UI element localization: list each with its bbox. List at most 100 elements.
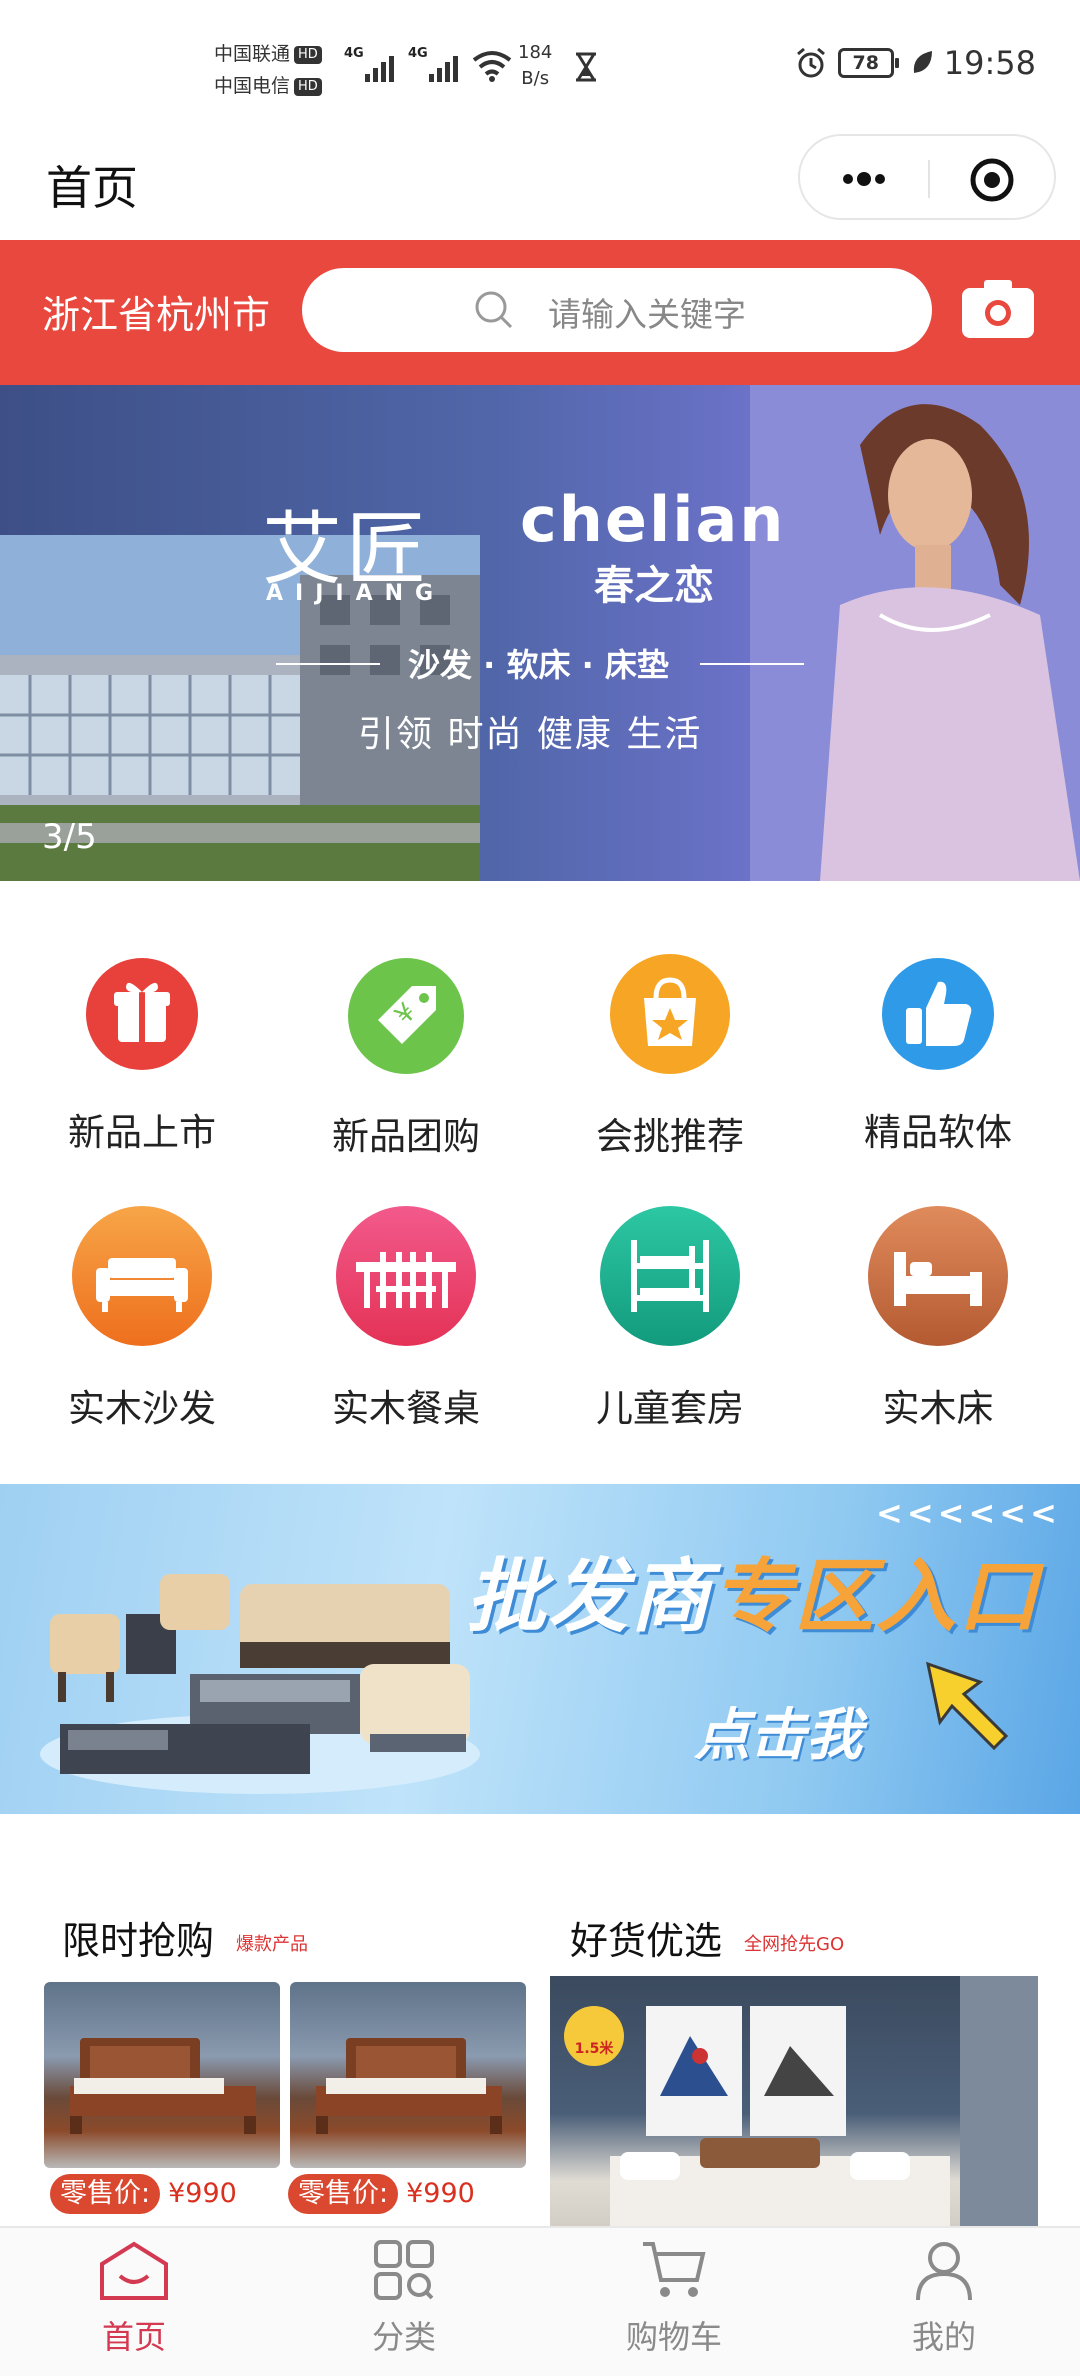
user-icon (916, 2242, 972, 2301)
search-input[interactable]: 请输入关键字 (302, 268, 932, 352)
bunk-bed-icon (600, 1206, 740, 1346)
bedroom-product-image (564, 1976, 1038, 2226)
search-header: 浙江省杭州市 请输入关键字 (0, 240, 1080, 385)
more-icon[interactable] (834, 156, 894, 202)
good-picks-subtitle: 全网抢先GO (744, 1934, 845, 1955)
decor-line (700, 663, 804, 665)
chelian-logo: chelian (520, 483, 786, 556)
page-title: 首页 (46, 161, 138, 215)
bed-product-image (70, 2038, 256, 2134)
price-tag: 零售价: ¥990 (288, 2174, 475, 2214)
price-label: 零售价: (288, 2174, 399, 2214)
bed-icon (868, 1206, 1008, 1346)
brand-logo-en: AIJIANG (266, 581, 446, 606)
tab-label: 购物车 (625, 2318, 722, 2356)
category-wood-dining[interactable]: 实木餐桌 (306, 1206, 506, 1432)
status-bar: 中国联通 HD 中国电信 HD 4G 4G 184 B/s 78 19:58 (0, 0, 1080, 130)
tab-label: 我的 (911, 2318, 976, 2356)
price-value: ¥990 (168, 2178, 237, 2209)
promo-carousel[interactable]: 艾匠 AIJIANG chelian 春之恋 沙发 · 软床 · 床垫 引领 时… (0, 385, 1080, 881)
net-speed: 184 B/s (518, 40, 552, 92)
wifi-icon (472, 51, 512, 82)
decor-line (276, 663, 380, 665)
chunzhilian-logo: 春之恋 (594, 563, 714, 609)
search-placeholder: 请输入关键字 (548, 295, 746, 334)
hourglass-icon (576, 52, 596, 82)
price-tag-icon: ¥ (348, 958, 464, 1074)
price-value: ¥990 (406, 2178, 475, 2209)
click-me-button[interactable]: 点击我 (694, 1690, 862, 1771)
hd-badge: HD (294, 77, 322, 96)
location-selector[interactable]: 浙江省杭州市 (42, 284, 270, 339)
category-wood-sofa[interactable]: 实木沙发 (42, 1206, 242, 1432)
search-icon (475, 291, 513, 329)
category-label: 实木餐桌 (332, 1387, 480, 1430)
signal-indicators: 4G 4G (344, 46, 512, 82)
carrier-1: 中国联通 (214, 43, 291, 65)
dining-table-icon (336, 1206, 476, 1346)
flash-sale-title[interactable]: 限时抢购 (62, 1910, 214, 1965)
tab-label: 分类 (371, 2318, 436, 2356)
product-card[interactable] (290, 1982, 526, 2168)
network-type: 4G (344, 46, 364, 61)
tab-cart[interactable]: 购物车 (574, 2238, 774, 2358)
category-label: 实木床 (882, 1387, 994, 1430)
shopping-bag-star-icon (610, 954, 730, 1074)
model-image (750, 385, 1080, 881)
size-badge: 1.5米 (574, 2041, 614, 2057)
price-label: 零售价: (50, 2174, 161, 2214)
net-speed-value: 184 (518, 42, 553, 63)
category-label: 实木沙发 (68, 1387, 216, 1430)
good-picks-product[interactable]: 1.5米 (550, 1976, 1038, 2226)
clock: 19:58 (943, 44, 1036, 82)
nav-bar: 首页 (0, 130, 1080, 240)
wholesale-entry-banner[interactable]: <<<<<< 批发商专区入口 点击我 (0, 1484, 1080, 1814)
alarm-icon (796, 47, 825, 78)
signal-icon: 4G (344, 46, 394, 82)
tab-category[interactable]: 分类 (304, 2238, 504, 2358)
furniture-set-image (40, 1574, 480, 1794)
hd-badge: HD (294, 45, 322, 64)
category-kids-room[interactable]: 儿童套房 (570, 1206, 770, 1432)
category-soft-furniture[interactable]: 精品软体 (838, 958, 1038, 1156)
tab-profile[interactable]: 我的 (844, 2238, 1044, 2358)
category-group-buy[interactable]: ¥ 新品团购 (306, 958, 506, 1160)
wholesale-title-1: 批发商 (466, 1550, 712, 1643)
banner-products: 沙发 · 软床 · 床垫 (408, 646, 669, 684)
home-icon (100, 2241, 168, 2300)
category-label: 新品上市 (68, 1111, 216, 1154)
category-label: 新品团购 (332, 1115, 480, 1158)
banner-slogan: 引领 时尚 健康 生活 (358, 714, 703, 755)
category-icon (374, 2240, 434, 2300)
wholesale-title-2: 专区入口 (712, 1550, 1040, 1643)
thumbs-up-icon (882, 958, 994, 1070)
category-label: 精品软体 (864, 1111, 1012, 1154)
tab-bar: 首页 分类 购物车 我的 (0, 2226, 1080, 2376)
leaf-icon (913, 51, 932, 73)
category-recommend[interactable]: 会挑推荐 (570, 954, 770, 1160)
category-new-arrivals[interactable]: 新品上市 (42, 958, 242, 1156)
battery-indicator: 78 (837, 48, 899, 78)
wholesale-title: 批发商专区入口 (466, 1532, 1040, 1648)
carousel-counter: 3/5 (42, 817, 97, 857)
product-card[interactable] (44, 1982, 280, 2168)
carrier-info: 中国联通 HD 中国电信 HD (214, 38, 322, 102)
gift-icon (86, 958, 198, 1070)
good-picks-title[interactable]: 好货优选 (570, 1910, 722, 1965)
tab-home[interactable]: 首页 (34, 2238, 234, 2358)
category-wood-bed[interactable]: 实木床 (838, 1206, 1038, 1432)
carrier-2: 中国电信 (214, 75, 291, 97)
category-label: 儿童套房 (596, 1387, 744, 1430)
close-miniprogram-icon[interactable] (968, 156, 1016, 204)
signal-icon: 4G (408, 46, 458, 82)
camera-icon[interactable] (960, 276, 1036, 340)
category-label: 会挑推荐 (596, 1115, 744, 1158)
sofa-icon (72, 1206, 212, 1346)
net-speed-unit: B/s (521, 68, 550, 89)
pointer-arrow-icon (925, 1661, 1009, 1751)
capsule-divider (928, 160, 930, 198)
mini-program-capsule (798, 134, 1056, 220)
price-tag: 零售价: ¥990 (50, 2174, 237, 2214)
network-type: 4G (408, 46, 428, 61)
cart-icon (643, 2242, 706, 2297)
